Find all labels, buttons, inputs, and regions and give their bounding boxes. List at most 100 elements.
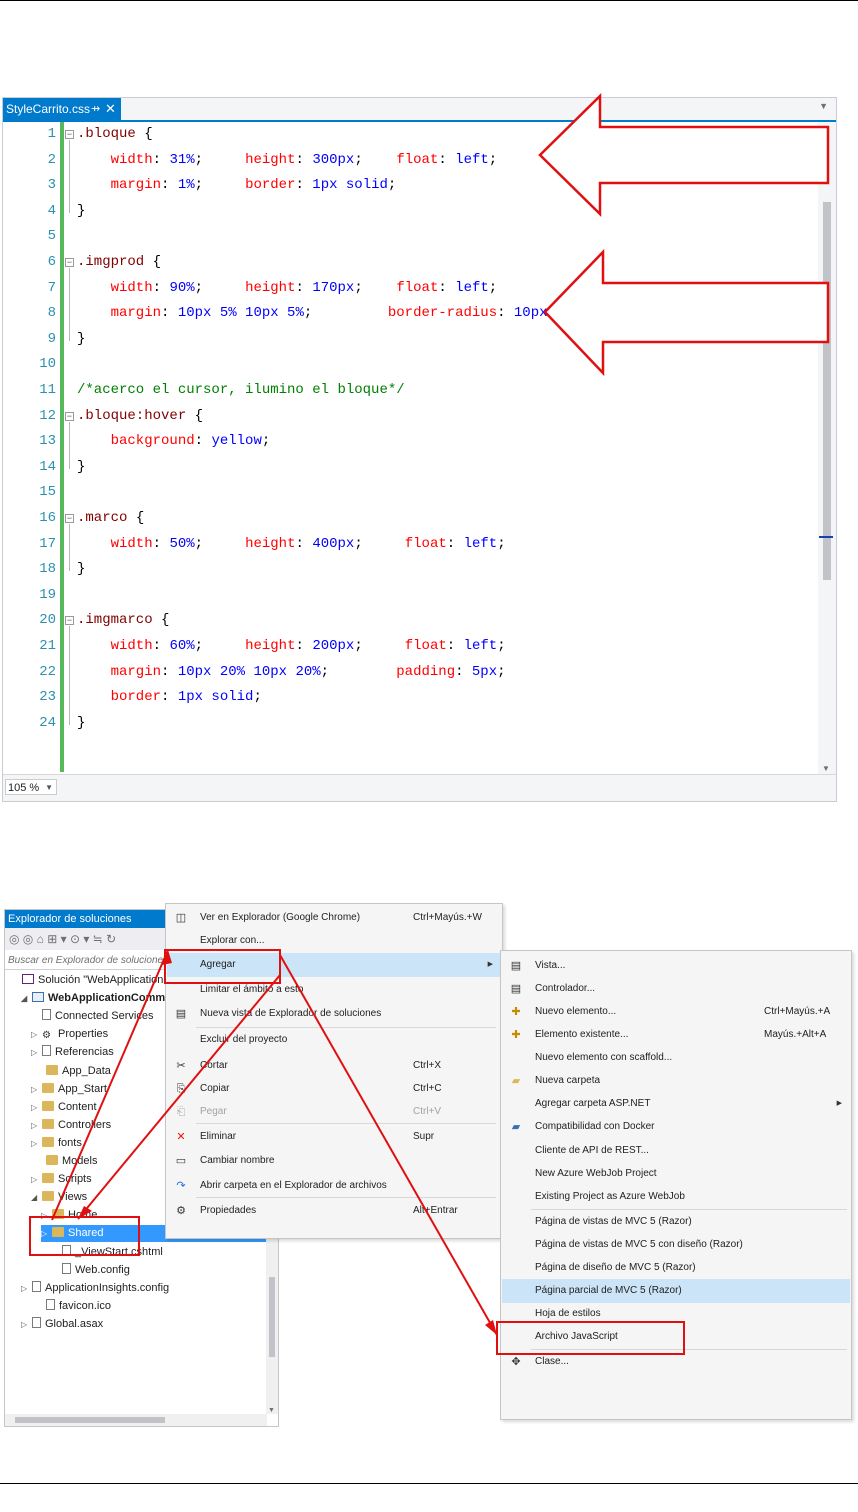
- tree-item[interactable]: Models: [35, 1153, 97, 1170]
- code-line[interactable]: 15: [3, 480, 818, 504]
- menu-item[interactable]: Archivo JavaScript: [502, 1325, 850, 1349]
- code-line[interactable]: 8 margin: 10px 5% 10px 5%; border-radius…: [3, 301, 818, 325]
- code-line[interactable]: 6− .imgprod {: [3, 250, 818, 274]
- code-line[interactable]: 4}: [3, 199, 818, 223]
- menu-item[interactable]: ✥ Clase...: [502, 1350, 850, 1374]
- menu-item[interactable]: ✚ Elemento existente... Mayús.+Alt+A: [502, 1023, 850, 1047]
- tree-item[interactable]: Web.config: [51, 1262, 130, 1279]
- tree-horizontal-scrollbar[interactable]: [5, 1414, 267, 1426]
- collapse-icon[interactable]: −: [65, 258, 74, 268]
- expand-icon[interactable]: ▷: [31, 1026, 42, 1043]
- code-area[interactable]: 1− .bloque {2 width: 31%; height: 300px; …: [3, 122, 818, 775]
- tree-item[interactable]: ▷ ApplicationInsights.config: [21, 1280, 169, 1297]
- code-line[interactable]: 21 width: 60%; height: 200px; float: lef…: [3, 634, 818, 658]
- collapse-icon[interactable]: −: [65, 130, 74, 140]
- tree-item[interactable]: ▷ Scripts: [31, 1171, 92, 1188]
- zoom-select[interactable]: 105 % ▼: [5, 779, 57, 795]
- menu-item[interactable]: ▤ Controlador...: [502, 977, 850, 1001]
- tab-dropdown-icon[interactable]: ▼: [819, 101, 828, 111]
- menu-item[interactable]: Agregar carpeta ASP.NET ▶: [502, 1092, 850, 1116]
- scrollbar-thumb[interactable]: [15, 1417, 165, 1423]
- code-line[interactable]: 14}: [3, 455, 818, 479]
- code-line[interactable]: 10: [3, 352, 818, 376]
- collapse-icon[interactable]: −: [65, 616, 74, 626]
- menu-item[interactable]: Página de diseño de MVC 5 (Razor): [502, 1256, 850, 1280]
- code-line[interactable]: 18}: [3, 557, 818, 581]
- menu-item[interactable]: Página de vistas de MVC 5 (Razor): [502, 1210, 850, 1234]
- expanded-icon[interactable]: ◢: [31, 1189, 42, 1206]
- editor-vertical-scrollbar[interactable]: ▲ ▼: [818, 122, 836, 775]
- menu-item[interactable]: Hoja de estilos: [502, 1302, 850, 1326]
- code-line[interactable]: 5: [3, 224, 818, 248]
- menu-item[interactable]: Página de vistas de MVC 5 con diseño (Ra…: [502, 1233, 850, 1257]
- code-line[interactable]: 12− .bloque:hover {: [3, 404, 818, 428]
- code-line[interactable]: 3 margin: 1%; border: 1px solid;: [3, 173, 818, 197]
- tree-item[interactable]: Solución "WebApplicationCo: [11, 972, 177, 989]
- code-line[interactable]: 22 margin: 10px 20% 10px 20%; padding: 5…: [3, 660, 818, 684]
- tab-stylecarrito-css[interactable]: StyleCarrito.css ⇸ ✕: [3, 98, 121, 120]
- menu-item[interactable]: ✚ Nuevo elemento... Ctrl+Mayús.+A: [502, 1000, 850, 1024]
- code-line[interactable]: 11 /*acerco el cursor, ilumino el bloque*…: [3, 378, 818, 402]
- code-line[interactable]: 2 width: 31%; height: 300px; float: left…: [3, 148, 818, 172]
- menu-item[interactable]: Explorar con...: [167, 929, 501, 953]
- expand-icon[interactable]: ▷: [31, 1044, 42, 1061]
- collapse-icon[interactable]: −: [65, 411, 74, 421]
- expand-icon[interactable]: ▷: [41, 1207, 52, 1224]
- menu-item[interactable]: ▰ Nueva carpeta: [502, 1069, 850, 1093]
- tree-item[interactable]: ▷ Home: [41, 1207, 97, 1224]
- code-line[interactable]: 16− .marco {: [3, 506, 818, 530]
- menu-item[interactable]: ⎘ Copiar Ctrl+C: [167, 1077, 501, 1101]
- pin-icon[interactable]: ⇸: [91, 98, 100, 120]
- scroll-up-icon[interactable]: ▲: [822, 124, 830, 133]
- expand-icon[interactable]: ▷: [31, 1135, 42, 1152]
- tree-item[interactable]: favicon.ico: [35, 1298, 111, 1315]
- expand-icon[interactable]: ▷: [31, 1171, 42, 1188]
- menu-item[interactable]: New Azure WebJob Project: [502, 1162, 850, 1186]
- menu-item[interactable]: ▭ Cambiar nombre: [167, 1149, 501, 1173]
- code-line[interactable]: 1− .bloque {: [3, 122, 818, 146]
- code-line[interactable]: 20− .imgmarco {: [3, 608, 818, 632]
- tree-item[interactable]: App_Data: [35, 1063, 111, 1080]
- tree-item[interactable]: ◢ Views: [31, 1189, 87, 1206]
- code-line[interactable]: 17 width: 50%; height: 400px; float: lef…: [3, 532, 818, 556]
- menu-item[interactable]: ⚙ Propiedades Alt+Entrar: [167, 1199, 501, 1223]
- tree-item[interactable]: _ViewStart.cshtml: [51, 1244, 163, 1261]
- expand-icon[interactable]: ▷: [31, 1117, 42, 1134]
- tree-item[interactable]: ▷ Referencias: [31, 1044, 114, 1061]
- menu-item[interactable]: Cliente de API de REST...: [502, 1139, 850, 1163]
- scroll-down-icon[interactable]: ▼: [268, 1407, 275, 1414]
- code-line[interactable]: 13 background: yellow;: [3, 429, 818, 453]
- tree-item[interactable]: ▷ Global.asax: [21, 1316, 103, 1333]
- menu-item[interactable]: ✂ Cortar Ctrl+X: [167, 1054, 501, 1078]
- tree-item[interactable]: Connected Services: [31, 1008, 153, 1025]
- menu-item[interactable]: Agregar ▶: [167, 953, 501, 977]
- tree-item[interactable]: ▷ App_Start: [31, 1081, 107, 1098]
- close-icon[interactable]: ✕: [105, 98, 116, 120]
- expand-icon[interactable]: ▷: [21, 1280, 32, 1297]
- tree-item[interactable]: ▷ Content: [31, 1099, 97, 1116]
- scrollbar-thumb[interactable]: [269, 1277, 275, 1357]
- menu-item[interactable]: ▰ Compatibilidad con Docker: [502, 1115, 850, 1139]
- menu-item[interactable]: ✕ Eliminar Supr: [167, 1125, 501, 1149]
- tree-item[interactable]: ▷ Controllers: [31, 1117, 111, 1134]
- menu-item[interactable]: Limitar el ámbito a esto: [167, 978, 501, 1002]
- tree-item[interactable]: ◢ WebApplicationComm: [21, 990, 165, 1007]
- code-line[interactable]: 24}: [3, 711, 818, 735]
- menu-item[interactable]: Excluir del proyecto: [167, 1028, 501, 1052]
- tree-item[interactable]: ▷ ⚙ Properties: [31, 1026, 108, 1043]
- expand-icon[interactable]: ▷: [21, 1316, 32, 1333]
- code-line[interactable]: 7 width: 90%; height: 170px; float: left…: [3, 276, 818, 300]
- menu-item[interactable]: ▤ Vista...: [502, 954, 850, 978]
- code-line[interactable]: 23 border: 1px solid;: [3, 685, 818, 709]
- expand-icon[interactable]: ▷: [31, 1081, 42, 1098]
- scroll-down-icon[interactable]: ▼: [822, 764, 830, 773]
- tree-item[interactable]: ▷ fonts: [31, 1135, 82, 1152]
- menu-item[interactable]: Existing Project as Azure WebJob: [502, 1185, 850, 1209]
- collapse-icon[interactable]: −: [65, 514, 74, 524]
- expand-icon[interactable]: ▷: [41, 1225, 52, 1242]
- scrollbar-thumb[interactable]: [823, 202, 831, 580]
- code-line[interactable]: 19: [3, 583, 818, 607]
- expand-icon[interactable]: ▷: [31, 1099, 42, 1116]
- menu-item[interactable]: Nuevo elemento con scaffold...: [502, 1046, 850, 1070]
- menu-item[interactable]: ▤ Nueva vista de Explorador de soluciones: [167, 1002, 501, 1026]
